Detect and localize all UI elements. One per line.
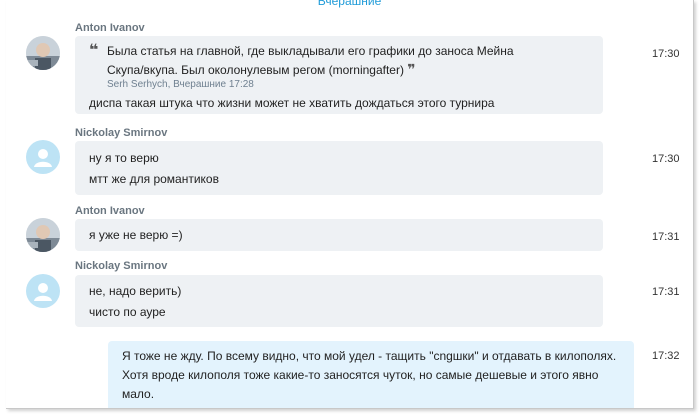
message-text: Хотя вроде килополя тоже какие-то занося… xyxy=(122,368,599,382)
message-time: 17:30 xyxy=(652,153,680,165)
message-author[interactable]: Nickolay Smirnov xyxy=(75,127,167,139)
message-text: диспа такая штука что жизни может не хва… xyxy=(89,96,495,110)
message-text: не, надо верить) xyxy=(89,284,182,298)
message-bubble[interactable]: ❝ Была статья на главной, где выкладывал… xyxy=(75,36,603,114)
message-time: 17:31 xyxy=(652,231,680,243)
message-time: 17:32 xyxy=(652,350,680,362)
message-text: Я тоже не жду. По всему видно, что мой у… xyxy=(122,349,617,363)
quote-close-icon: ❞ xyxy=(407,61,416,77)
quote-open-icon: ❝ xyxy=(89,42,99,59)
message-author[interactable]: Anton Ivanov xyxy=(75,22,145,34)
default-user-icon[interactable] xyxy=(26,140,60,174)
user-photo-avatar[interactable] xyxy=(26,218,60,252)
message-text: мтт же для романтиков xyxy=(89,172,219,186)
message-author[interactable]: Anton Ivanov xyxy=(75,205,145,217)
message-text: ну я то верю xyxy=(89,151,159,165)
own-message-bubble[interactable]: Я тоже не жду. По всему видно, что мой у… xyxy=(108,341,634,408)
quote-text-line: Скупа/вкупа. Был околонулевым регом (mor… xyxy=(107,63,404,77)
quote-text-line: Была статья на главной, где выкладывали … xyxy=(107,44,514,58)
default-user-icon[interactable] xyxy=(26,274,60,308)
message-text: мало. xyxy=(122,387,155,401)
message-bubble[interactable]: я уже не верю =) xyxy=(75,219,603,251)
message-time: 17:30 xyxy=(652,48,680,60)
message-text: чисто по ауре xyxy=(89,305,166,319)
message-text: я уже не верю =) xyxy=(89,228,183,242)
message-bubble[interactable]: не, надо верить) чисто по ауре xyxy=(75,275,603,327)
message-bubble[interactable]: ну я то верю мтт же для романтиков xyxy=(75,141,603,195)
message-author[interactable]: Nickolay Smirnov xyxy=(75,260,167,272)
message-time: 17:31 xyxy=(652,286,680,298)
user-photo-avatar[interactable] xyxy=(26,36,60,70)
date-divider: Вчерашние xyxy=(317,0,382,8)
quote-source[interactable]: Serh Serhych, Вчерашние 17:28 xyxy=(107,79,254,90)
chat-window: Вчерашние Anton Ivanov ❝ Была статья на … xyxy=(6,0,694,409)
